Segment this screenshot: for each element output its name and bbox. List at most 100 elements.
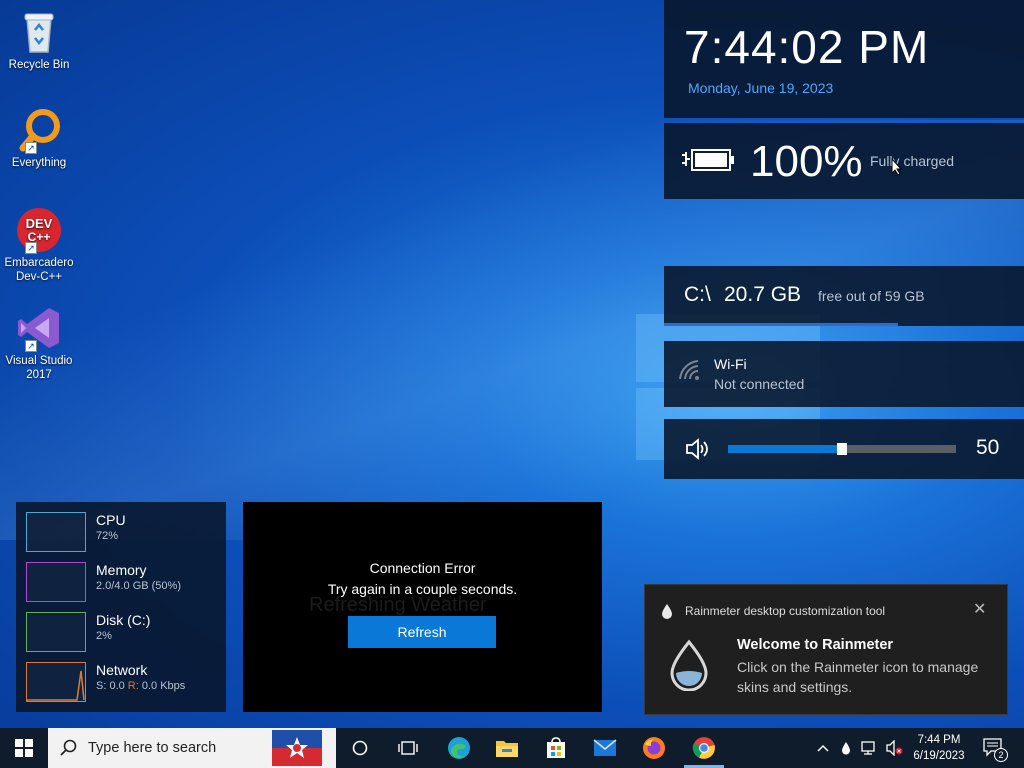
desktop-icon-devcpp[interactable]: DEV C++ ↗ Embarcadero Dev-C++ — [2, 206, 76, 284]
desktop-icon-label: Visual Studio 2017 — [5, 355, 73, 381]
taskbar-search-box[interactable]: Type here to search — [48, 728, 336, 768]
magnifier-icon: ↗ — [15, 106, 63, 154]
disk-graph — [26, 612, 86, 652]
rainmeter-notification[interactable]: Rainmeter desktop customization tool ✕ W… — [644, 584, 1008, 715]
clock-date: Monday, June 19, 2023 — [688, 80, 834, 96]
chevron-up-icon — [817, 744, 829, 752]
taskbar: Type here to search 7:44 PM 6/19/2023 2 — [0, 728, 1024, 768]
network-received: 0.0 Kbps — [138, 680, 186, 692]
wifi-name: Wi-Fi — [714, 356, 747, 372]
battery-status: Fully charged — [870, 153, 955, 169]
taskbar-cortana[interactable] — [342, 728, 378, 768]
taskbar-chrome[interactable] — [684, 728, 724, 768]
notification-close-icon[interactable]: ✕ — [973, 599, 986, 619]
memory-label: Memory — [96, 562, 147, 578]
volume-value: 50 — [976, 436, 1000, 459]
tray-time: 7:44 PM — [917, 734, 961, 746]
network-sent: S: 0.0 — [96, 680, 128, 692]
disk-monitor-row: Disk (C:) 2% — [26, 612, 222, 652]
cortana-icon — [352, 740, 368, 756]
windows-start-icon — [15, 739, 33, 757]
volume-slider[interactable] — [728, 443, 956, 455]
desktop-icon-label: Everything — [11, 157, 67, 169]
start-button[interactable] — [0, 728, 48, 768]
devcpp-icon: DEV C++ ↗ — [15, 206, 63, 254]
search-placeholder: Type here to search — [88, 740, 217, 756]
desktop-icon-everything[interactable]: ↗ Everything — [2, 106, 76, 170]
cpu-graph — [26, 512, 86, 552]
weather-widget: Refreshing Weather Connection Error Try … — [243, 502, 602, 712]
battery-widget: 100% Fully charged — [664, 123, 1024, 199]
speaker-icon[interactable] — [684, 437, 712, 461]
battery-percent: 100% — [750, 137, 863, 186]
tray-overflow-chevron[interactable] — [814, 728, 832, 768]
weather-error-message: Try again in a couple seconds. — [327, 581, 518, 597]
edge-icon — [448, 737, 470, 759]
clock-time: 7:44:02 PM — [684, 21, 930, 73]
wifi-status: Not connected — [714, 376, 805, 392]
folder-icon — [496, 741, 518, 757]
memory-monitor-row: Memory 2.0/4.0 GB (50%) — [26, 562, 222, 602]
search-icon — [60, 739, 77, 756]
disk-monitor-value: 2% — [96, 630, 112, 642]
action-center-button[interactable]: 2 — [980, 728, 1008, 768]
desktop-icon-recycle-bin[interactable]: Recycle Bin — [2, 8, 76, 72]
network-graph — [26, 662, 86, 702]
network-received-label: R: — [127, 680, 139, 692]
weather-error-title: Connection Error — [369, 560, 476, 576]
mail-icon — [593, 739, 617, 756]
store-icon — [547, 737, 565, 758]
shortcut-arrow-icon: ↗ — [25, 242, 37, 254]
wifi-icon — [679, 360, 699, 380]
network-value: S: 0.0 R: 0.0 Kbps — [96, 680, 185, 692]
desktop-icon-visual-studio[interactable]: ↗ Visual Studio 2017 — [2, 304, 76, 382]
tray-rainmeter[interactable] — [838, 728, 854, 768]
search-highlight-flag-icon — [272, 730, 322, 766]
desktop-icon-label: Embarcadero Dev-C++ — [4, 257, 74, 283]
network-monitor-row: Network S: 0.0 R: 0.0 Kbps — [26, 662, 222, 702]
weather-refresh-button[interactable]: Refresh — [348, 616, 496, 648]
notification-body: Click on the Rainmeter icon to manage sk… — [737, 659, 979, 695]
taskbar-task-view[interactable] — [390, 728, 426, 768]
taskbar-file-explorer[interactable] — [488, 728, 526, 768]
volume-slider-thumb[interactable] — [837, 443, 847, 455]
taskbar-edge[interactable] — [440, 728, 478, 768]
memory-graph — [26, 562, 86, 602]
network-label: Network — [96, 662, 148, 678]
taskbar-store[interactable] — [537, 728, 575, 768]
volume-widget: 50 — [664, 419, 1024, 479]
tray-volume[interactable] — [884, 728, 904, 768]
firefox-icon — [643, 737, 665, 759]
notification-count-badge: 2 — [994, 748, 1008, 762]
desktop-icon-label: Recycle Bin — [8, 59, 70, 71]
disk-drive-letter: C:\ — [684, 283, 711, 306]
memory-value: 2.0/4.0 GB (50%) — [96, 580, 181, 592]
tray-network[interactable] — [860, 728, 880, 768]
svg-text:DEV: DEV — [26, 216, 53, 231]
cpu-value: 72% — [96, 530, 119, 542]
notification-title: Welcome to Rainmeter — [737, 637, 894, 653]
disk-total-text: free out of 59 GB — [818, 288, 925, 304]
disk-widget: C:\ 20.7 GB free out of 59 GB — [664, 266, 1024, 326]
visual-studio-icon: ↗ — [15, 304, 63, 352]
system-monitor-widget: CPU 72% Memory 2.0/4.0 GB (50%) Disk (C:… — [16, 502, 226, 712]
network-graph-spike — [27, 670, 85, 701]
network-disconnected-icon — [861, 741, 875, 755]
tray-date: 6/19/2023 — [913, 750, 965, 762]
shortcut-arrow-icon: ↗ — [25, 142, 37, 154]
taskbar-firefox[interactable] — [635, 728, 673, 768]
taskbar-mail[interactable] — [586, 728, 624, 768]
rainmeter-tray-icon — [842, 742, 850, 755]
disk-usage-bar — [664, 323, 898, 326]
disk-monitor-label: Disk (C:) — [96, 612, 151, 628]
tray-clock[interactable]: 7:44 PM 6/19/2023 — [904, 732, 974, 764]
battery-charging-icon — [682, 149, 734, 171]
disk-free-space: 20.7 GB — [724, 283, 802, 306]
chrome-icon — [692, 737, 715, 759]
volume-muted-icon — [886, 740, 903, 756]
recycle-bin-icon — [15, 8, 63, 56]
mouse-cursor-icon — [891, 158, 903, 176]
weather-loading-text: Refreshing Weather — [309, 594, 487, 616]
volume-slider-fill — [728, 445, 842, 453]
notification-app-name: Rainmeter desktop customization tool — [685, 604, 886, 618]
